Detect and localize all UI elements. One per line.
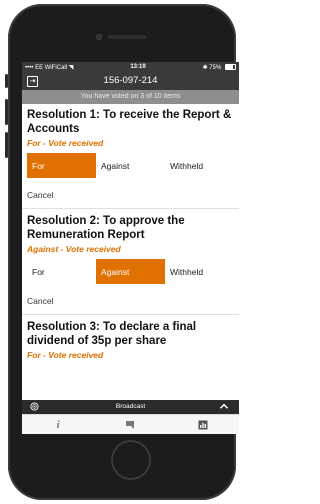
vote-options: For Against Withheld	[27, 259, 234, 284]
wifi-icon: ◥	[68, 64, 74, 71]
vote-options: For Against Withheld	[27, 153, 234, 178]
bottom-tab-bar: i	[22, 414, 239, 434]
vote-against-button[interactable]: Against	[96, 259, 165, 284]
bluetooth-icon: ✱	[202, 64, 208, 71]
resolution-title: Resolution 1: To receive the Report & Ac…	[27, 109, 232, 135]
resolutions-list[interactable]: Resolution 1: To receive the Report & Ac…	[22, 104, 239, 400]
volume-up-button	[5, 99, 8, 125]
cancel-vote-link[interactable]: Cancel	[27, 190, 234, 200]
tab-info[interactable]: i	[22, 415, 94, 434]
clock: 13:19	[130, 64, 146, 70]
front-camera	[96, 34, 102, 40]
vote-for-button[interactable]: For	[27, 259, 96, 284]
broadcast-label: Broadcast	[115, 403, 146, 410]
earpiece-speaker	[108, 35, 146, 39]
vote-against-button[interactable]: Against	[96, 153, 165, 178]
status-bar: •••• EE WiFiCall ◥ 13:19 ✱ 75%	[22, 62, 239, 72]
resolution-2: Resolution 2: To approve the Remuneratio…	[22, 209, 239, 315]
chevron-up-icon[interactable]	[219, 402, 229, 411]
volume-down-button	[5, 132, 8, 158]
app-screen: •••• EE WiFiCall ◥ 13:19 ✱ 75% ⇥ 156-097…	[22, 62, 239, 434]
vote-status: For - Vote received	[27, 138, 104, 148]
broadcast-bar[interactable]: Broadcast	[22, 400, 239, 414]
vote-progress-banner: You have voted on 3 of 10 items	[22, 90, 239, 104]
tab-chat[interactable]	[94, 415, 166, 434]
app-header: ⇥ 156-097-214	[22, 72, 239, 90]
resolution-title: Resolution 2: To approve the Remuneratio…	[27, 215, 185, 241]
signal-icon: ••••	[25, 64, 34, 71]
resolution-3: Resolution 3: To declare a final dividen…	[22, 315, 239, 360]
resolution-1: Resolution 1: To receive the Report & Ac…	[22, 104, 239, 209]
chat-icon	[125, 421, 134, 429]
carrier-label: •••• EE WiFiCall ◥	[25, 64, 74, 71]
chart-icon	[198, 420, 208, 430]
home-button[interactable]	[111, 440, 151, 480]
vote-for-button[interactable]: For	[27, 153, 96, 178]
resolution-title: Resolution 3: To declare a final dividen…	[27, 321, 197, 347]
battery-indicator: ✱ 75%	[202, 63, 236, 71]
vote-withheld-button[interactable]: Withheld	[165, 259, 234, 284]
battery-icon	[224, 63, 236, 70]
vote-status: Against - Vote received	[27, 244, 121, 254]
mute-switch	[5, 74, 8, 88]
meeting-id-title: 156-097-214	[103, 75, 158, 86]
cancel-vote-link[interactable]: Cancel	[27, 296, 234, 306]
tab-results[interactable]	[167, 415, 239, 434]
info-icon: i	[56, 419, 60, 431]
vote-withheld-button[interactable]: Withheld	[165, 153, 234, 178]
vote-status: For - Vote received	[27, 350, 104, 360]
